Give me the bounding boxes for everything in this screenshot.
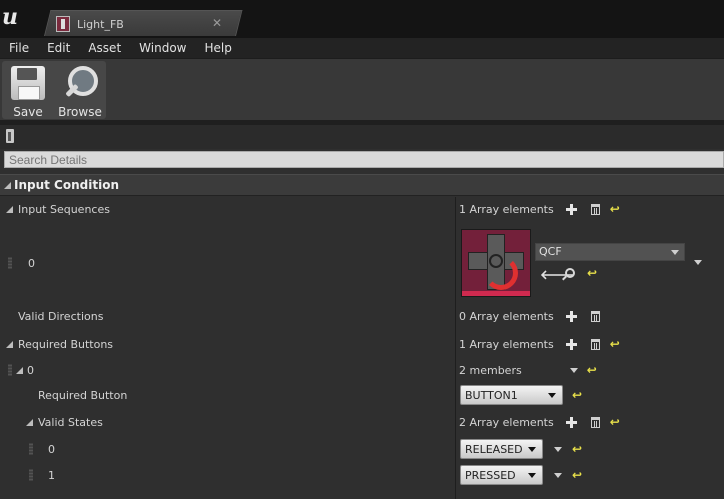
chevron-down-icon <box>528 447 536 452</box>
row-required-buttons: Required Buttons 1 Array elements ↩ <box>0 334 724 354</box>
menu-window[interactable]: Window <box>130 41 195 55</box>
expand-struct-chevron-icon[interactable] <box>694 260 702 265</box>
save-icon <box>11 66 45 100</box>
reset-to-default-icon[interactable]: ↩ <box>572 469 582 481</box>
reset-to-default-icon[interactable]: ↩ <box>572 389 582 401</box>
browse-button[interactable]: Browse <box>55 63 105 119</box>
delete-all-icon[interactable] <box>590 310 600 322</box>
asset-type-icon <box>56 16 70 32</box>
chevron-down-icon[interactable] <box>569 367 578 373</box>
category-title: Input Condition <box>14 178 119 192</box>
save-button[interactable]: Save <box>3 63 53 119</box>
expand-arrow-icon[interactable] <box>26 418 33 426</box>
browse-icon <box>63 66 98 100</box>
menu-edit[interactable]: Edit <box>38 41 79 55</box>
add-element-icon[interactable] <box>565 203 577 215</box>
expand-arrow-icon[interactable] <box>16 366 23 374</box>
element-options-chevron-icon[interactable] <box>554 472 562 478</box>
property-label: Required Buttons <box>18 337 114 351</box>
browse-search-icon[interactable] <box>565 268 575 278</box>
tab-title: Light_FB <box>77 17 124 31</box>
element-index: 0 <box>28 256 35 270</box>
drag-handle-icon[interactable] <box>8 257 12 269</box>
row-sequence-0: 0 <box>0 222 724 304</box>
member-count: 2 members <box>459 363 522 377</box>
menu-asset[interactable]: Asset <box>79 41 130 55</box>
reset-to-default-icon[interactable]: ↩ <box>610 416 620 428</box>
unreal-logo-icon: u <box>2 4 18 30</box>
element-index: 0 <box>27 363 34 377</box>
chevron-down-icon <box>548 393 556 398</box>
property-label: Required Button <box>38 388 128 402</box>
chevron-down-icon <box>671 250 679 255</box>
row-valid-states: Valid States 2 Array elements ↩ <box>0 412 724 432</box>
reset-to-default-icon[interactable]: ↩ <box>610 338 620 350</box>
category-input-condition[interactable]: Input Condition <box>0 174 724 196</box>
property-label: Valid States <box>38 415 103 429</box>
asset-thumbnail[interactable] <box>461 229 531 297</box>
toolbar-group: Save Browse <box>2 61 106 119</box>
valid-state-0-combo[interactable]: RELEASED <box>460 439 543 459</box>
combo-value: RELEASED <box>465 442 523 456</box>
array-count: 1 Array elements <box>459 202 554 216</box>
delete-all-icon[interactable] <box>590 203 600 215</box>
menu-bar: File Edit Asset Window Help <box>0 38 724 58</box>
expand-arrow-icon[interactable] <box>4 181 11 189</box>
motion-arrow <box>484 256 518 290</box>
lock-icon[interactable] <box>6 129 14 143</box>
array-count: 2 Array elements <box>459 415 554 429</box>
required-button-combo[interactable]: BUTTON1 <box>460 385 563 405</box>
details-header <box>0 125 724 149</box>
asset-color-bar <box>462 291 530 296</box>
expand-arrow-icon[interactable] <box>6 340 13 348</box>
combo-value: BUTTON1 <box>465 388 518 402</box>
chevron-down-icon <box>528 473 536 478</box>
drag-handle-icon[interactable] <box>8 364 12 376</box>
element-options-chevron-icon[interactable] <box>554 446 562 452</box>
delete-all-icon[interactable] <box>590 338 600 350</box>
menu-help[interactable]: Help <box>195 41 240 55</box>
valid-state-1-combo[interactable]: PRESSED <box>460 465 543 485</box>
add-element-icon[interactable] <box>565 416 577 428</box>
row-required-buttons-0: 0 2 members ↩ <box>0 360 724 380</box>
drag-handle-icon[interactable] <box>29 469 33 481</box>
element-index: 0 <box>48 442 55 456</box>
asset-picker-combo[interactable]: QCF <box>535 243 685 261</box>
reset-to-default-icon[interactable]: ↩ <box>572 443 582 455</box>
element-index: 1 <box>48 468 55 482</box>
close-tab-icon[interactable]: ✕ <box>212 16 222 30</box>
row-valid-states-1: 1 PRESSED ↩ <box>0 464 724 486</box>
save-label: Save <box>13 105 43 119</box>
asset-name: QCF <box>539 245 562 258</box>
delete-all-icon[interactable] <box>590 416 600 428</box>
add-element-icon[interactable] <box>565 310 577 322</box>
menu-file[interactable]: File <box>0 41 38 55</box>
array-count: 1 Array elements <box>459 337 554 351</box>
array-count: 0 Array elements <box>459 309 554 323</box>
property-label: Input Sequences <box>18 202 110 216</box>
row-required-button: Required Button BUTTON1 ↩ <box>0 384 724 406</box>
add-element-icon[interactable] <box>565 338 577 350</box>
row-valid-states-0: 0 RELEASED ↩ <box>0 438 724 460</box>
property-label: Valid Directions <box>18 309 104 323</box>
drag-handle-icon[interactable] <box>29 443 33 455</box>
reset-to-default-icon[interactable]: ↩ <box>587 364 597 376</box>
reset-to-default-icon[interactable]: ↩ <box>587 267 597 279</box>
combo-value: PRESSED <box>465 468 516 482</box>
search-details-input[interactable] <box>4 151 724 168</box>
toolbar: Save Browse <box>0 58 724 120</box>
row-valid-directions: Valid Directions 0 Array elements <box>0 306 724 326</box>
reset-to-default-icon[interactable]: ↩ <box>610 203 620 215</box>
document-tab[interactable]: Light_FB ✕ <box>54 12 234 36</box>
expand-arrow-icon[interactable] <box>6 205 13 213</box>
row-input-sequences: Input Sequences 1 Array elements ↩ <box>0 199 724 219</box>
browse-label: Browse <box>58 105 102 119</box>
title-bar: u Light_FB ✕ <box>0 0 724 38</box>
